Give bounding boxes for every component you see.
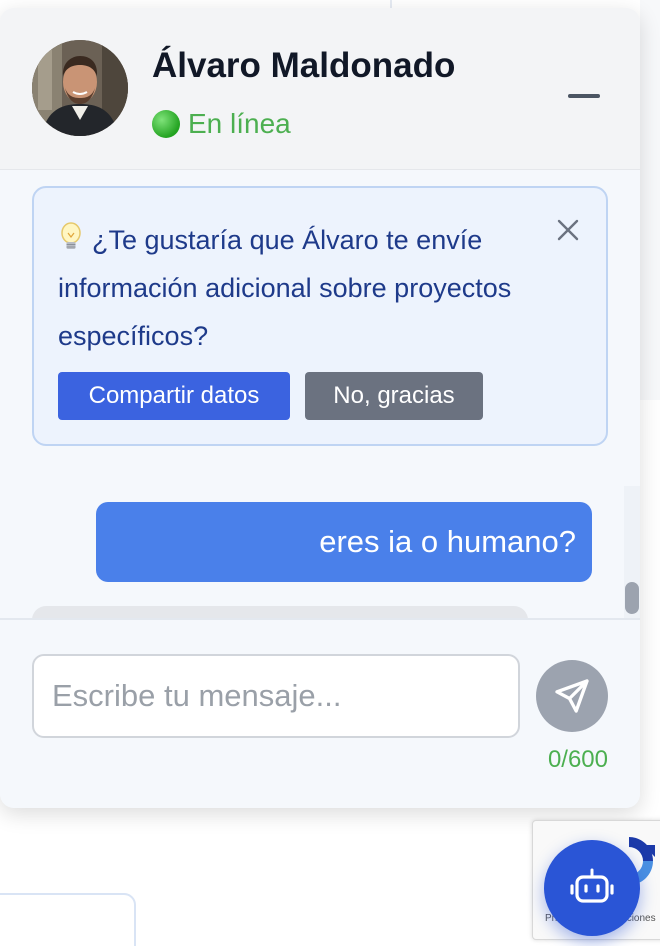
user-message-bubble: eres ia o humano? [96, 502, 592, 582]
message-list: ¿Te gustaría que Álvaro te envíe informa… [0, 170, 640, 618]
suggestion-text: ¿Te gustaría que Álvaro te envíe informa… [58, 225, 512, 351]
contact-name: Álvaro Maldonado [152, 46, 456, 85]
avatar [32, 40, 128, 136]
status-indicator: En línea [152, 104, 291, 144]
chat-header: Álvaro Maldonado En línea [0, 8, 640, 170]
composer: 0/600 [0, 618, 640, 808]
suggestion-text-block: ¿Te gustaría que Álvaro te envíe informa… [58, 216, 538, 360]
send-icon [555, 679, 589, 713]
share-data-button[interactable]: Compartir datos [58, 372, 290, 420]
lightbulb-icon [61, 222, 81, 249]
robot-icon [570, 868, 614, 903]
chat-widget: Álvaro Maldonado En línea ¿Te gustaría q… [0, 8, 640, 808]
suggestion-card: ¿Te gustaría que Álvaro te envíe informa… [32, 186, 608, 446]
message-input[interactable] [32, 654, 520, 738]
minimize-icon [568, 94, 600, 98]
send-button[interactable] [536, 660, 608, 732]
status-text: En línea [188, 108, 291, 139]
chatbot-launcher-button[interactable] [544, 840, 640, 936]
background-card [0, 893, 136, 946]
bot-message-bubble [32, 606, 528, 618]
char-counter: 0/600 [547, 746, 608, 773]
online-dot-icon [152, 110, 180, 138]
suggestion-close-button[interactable] [552, 214, 584, 246]
minimize-button[interactable] [560, 78, 608, 114]
decline-button[interactable]: No, gracias [305, 372, 483, 420]
close-icon [557, 219, 579, 241]
scrollbar-thumb[interactable] [624, 582, 640, 616]
background-panel [640, 0, 660, 400]
